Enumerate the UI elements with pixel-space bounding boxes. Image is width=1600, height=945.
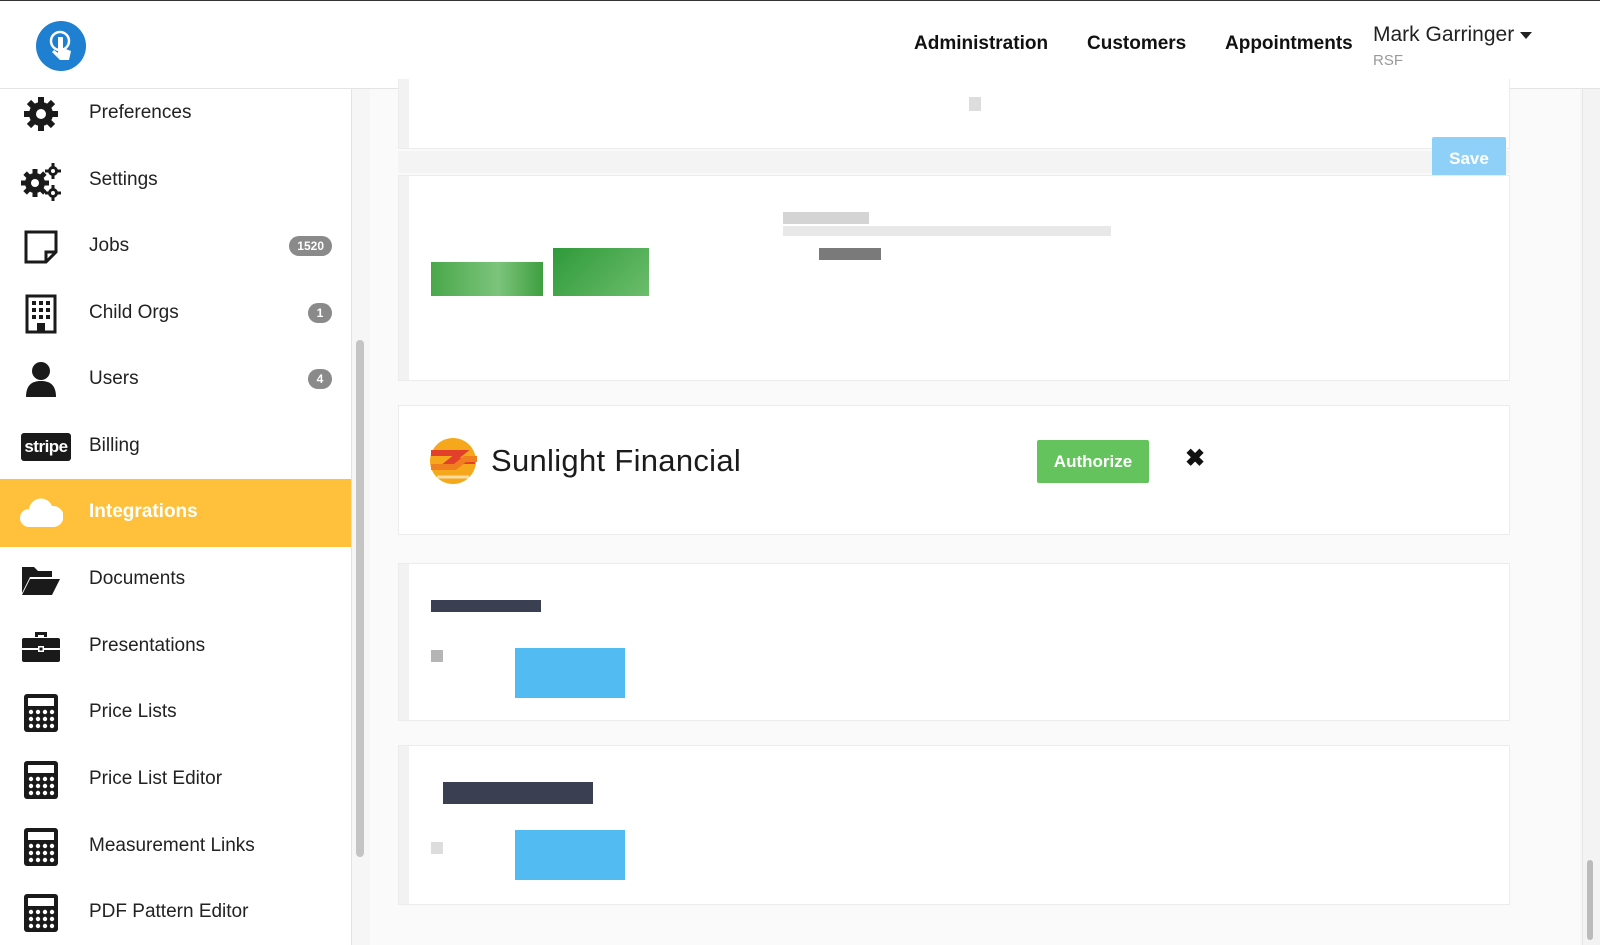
calculator-icon — [18, 691, 64, 735]
card-footer — [398, 151, 1510, 173]
sunlight-logo-icon — [430, 438, 477, 484]
sidebar-item-label: Billing — [89, 435, 140, 456]
users-count-badge: 4 — [308, 369, 332, 389]
sidebar-item-label: Preferences — [89, 102, 192, 123]
redacted-logo-mark — [553, 248, 649, 296]
redacted-text — [783, 212, 869, 224]
sidebar-item-integrations[interactable]: Integrations — [0, 479, 351, 547]
card-strip — [399, 79, 409, 148]
stripe-icon: stripe — [20, 425, 72, 469]
sidebar-item-label: Users — [89, 368, 139, 389]
card-strip — [399, 564, 409, 720]
redacted-logo — [431, 262, 543, 296]
card-strip — [399, 176, 409, 380]
top-bar: Administration Customers Appointments Ma… — [0, 0, 1600, 89]
nav-administration[interactable]: Administration — [914, 33, 1048, 55]
child-orgs-count-badge: 1 — [308, 303, 332, 323]
sidebar-item-label: Presentations — [89, 635, 206, 656]
redacted-block — [969, 97, 981, 111]
close-icon[interactable]: ✖ — [1185, 444, 1205, 473]
main-content: Save Sunlight Financial Authorize ✖ — [370, 79, 1580, 945]
user-name: Mark Garringer — [1373, 23, 1515, 46]
redacted-text — [431, 600, 541, 612]
calculator-icon — [18, 758, 64, 802]
sunlight-name: Sunlight Financial — [491, 443, 742, 478]
app-logo-icon[interactable] — [36, 21, 86, 71]
sidebar-item-preferences[interactable]: Preferences — [0, 89, 351, 148]
sidebar-item-measurement-links[interactable]: Measurement Links — [0, 813, 351, 881]
sidebar-item-pdf-pattern-editor[interactable]: PDF Pattern Editor — [0, 879, 351, 945]
sidebar-item-jobs[interactable]: Jobs 1520 — [0, 213, 351, 281]
user-menu[interactable]: Mark Garringer RSF — [1373, 23, 1533, 69]
stripe-logo: stripe — [21, 433, 71, 461]
redacted-text — [443, 782, 593, 804]
sidebar-item-documents[interactable]: Documents — [0, 546, 351, 614]
page-scrollbar-track — [1582, 89, 1600, 945]
sidebar-item-label: Jobs — [89, 235, 130, 256]
sidebar-item-price-lists[interactable]: Price Lists — [0, 679, 351, 747]
folder-open-icon — [18, 558, 64, 602]
nav-appointments[interactable]: Appointments — [1225, 33, 1353, 55]
page-scrollbar[interactable] — [1587, 860, 1593, 940]
sidebar-item-label: Child Orgs — [89, 302, 179, 323]
sidebar-scrollbar[interactable] — [356, 340, 364, 857]
redacted-text — [431, 650, 443, 662]
integration-card-top — [398, 79, 1510, 149]
sidebar-item-billing[interactable]: stripe Billing — [0, 413, 351, 481]
nav-customers[interactable]: Customers — [1087, 33, 1186, 55]
card-strip — [399, 746, 409, 904]
user-org: RSF — [1373, 52, 1403, 69]
gears-icon — [18, 159, 64, 203]
jobs-count-badge: 1520 — [289, 236, 332, 256]
authorize-button[interactable]: Authorize — [1037, 440, 1149, 483]
building-icon — [18, 292, 64, 336]
chevron-down-icon — [1520, 31, 1533, 39]
sidebar-item-label: Integrations — [89, 501, 198, 522]
redacted-text — [819, 248, 881, 260]
sidebar-item-label: Price Lists — [89, 701, 177, 722]
redacted-button[interactable] — [515, 830, 625, 880]
briefcase-icon — [18, 625, 64, 669]
sidebar-item-label: Settings — [89, 169, 158, 190]
redacted-button[interactable] — [515, 648, 625, 698]
redacted-text — [783, 226, 1111, 236]
sidebar-item-child-orgs[interactable]: Child Orgs 1 — [0, 280, 351, 348]
sidebar: Preferences Settings Jobs 1520 Child Org… — [0, 89, 352, 945]
sidebar-item-price-list-editor[interactable]: Price List Editor — [0, 746, 351, 814]
integration-card-redacted-2 — [398, 563, 1510, 721]
calculator-icon — [18, 891, 64, 935]
sticky-note-icon — [18, 225, 64, 269]
sidebar-item-label: PDF Pattern Editor — [89, 901, 249, 922]
calculator-icon — [18, 825, 64, 869]
integration-card-redacted-3 — [398, 745, 1510, 905]
cloud-icon — [18, 491, 64, 535]
sunlight-logo: Sunlight Financial — [429, 434, 741, 488]
sidebar-item-settings[interactable]: Settings — [0, 147, 351, 215]
redacted-text — [431, 842, 443, 854]
gear-icon — [18, 92, 64, 136]
sidebar-item-presentations[interactable]: Presentations — [0, 613, 351, 681]
sidebar-item-label: Measurement Links — [89, 835, 255, 856]
user-icon — [18, 358, 64, 402]
integration-card-sunlight: Sunlight Financial Authorize ✖ — [398, 405, 1510, 535]
sidebar-item-users[interactable]: Users 4 — [0, 346, 351, 414]
sidebar-item-label: Price List Editor — [89, 768, 223, 789]
sidebar-item-label: Documents — [89, 568, 186, 589]
integration-card-redacted — [398, 175, 1510, 381]
